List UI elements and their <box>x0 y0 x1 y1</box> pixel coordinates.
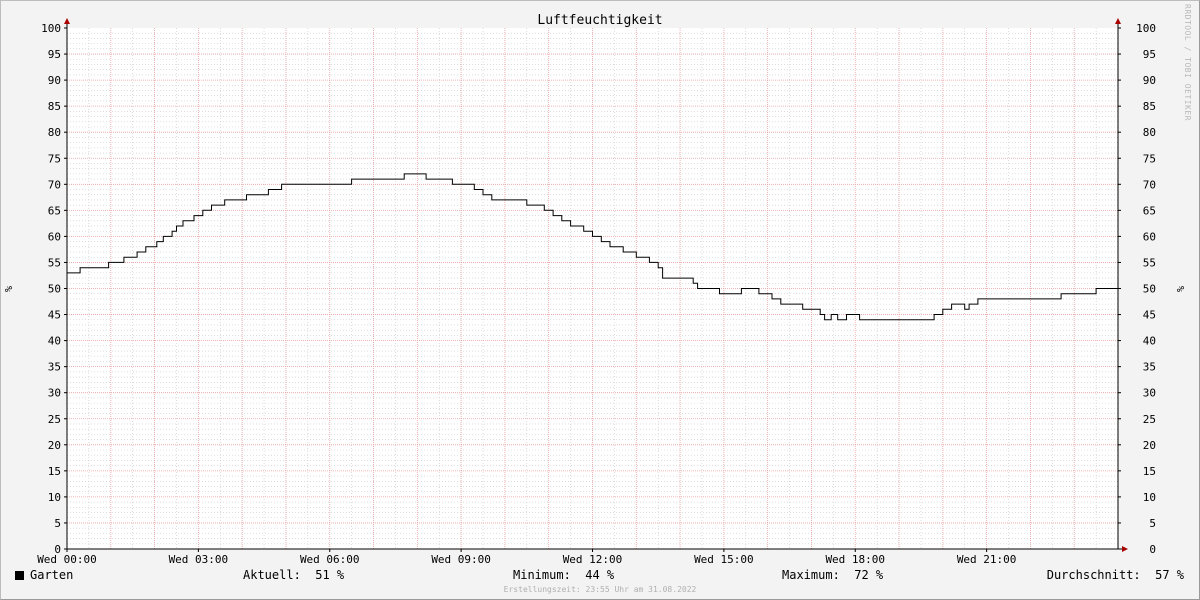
summary-max-label: Maximum: <box>782 568 840 582</box>
y-tick-label-right: 15 <box>1143 465 1156 478</box>
chart-title: Luftfeuchtigkeit <box>537 13 662 28</box>
y-axis-label-left: % <box>4 286 15 292</box>
x-axis-arrow <box>1122 546 1128 552</box>
x-tick-label: Wed 06:00 <box>300 553 360 566</box>
y-tick-label-right: 25 <box>1143 413 1156 426</box>
x-tick-label: Wed 03:00 <box>169 553 229 566</box>
y-tick-label-left: 85 <box>48 100 61 113</box>
y-tick-label-left: 25 <box>48 413 61 426</box>
x-tick-label: Wed 15:00 <box>694 553 754 566</box>
summary-average-label: Durchschnitt: <box>1046 568 1141 582</box>
summary-current-value: 51 % <box>315 568 345 582</box>
legend-item-garten: Garten <box>15 568 73 582</box>
y-tick-label-left: 45 <box>48 309 61 322</box>
summary-max: Maximum: 72 % <box>782 568 883 582</box>
y-tick-label-right: 10 <box>1143 491 1156 504</box>
summary-min-value: 44 % <box>585 568 615 582</box>
y-axis-label-right: % <box>1176 286 1187 292</box>
y-tick-label-left: 75 <box>48 152 61 165</box>
summary-current: Aktuell: 51 % <box>243 568 344 582</box>
summary-average: Durchschnitt: 57 % <box>1047 568 1184 582</box>
y-tick-label-right: 70 <box>1143 178 1156 191</box>
y-tick-label-left: 40 <box>48 335 61 348</box>
x-tick-label: Wed 12:00 <box>563 553 623 566</box>
y-tick-label-left: 55 <box>48 256 61 269</box>
legend: Garten Aktuell: 51 % Minimum: 44 % Maxim… <box>0 568 1200 584</box>
x-tick-label: Wed 21:00 <box>957 553 1017 566</box>
y-tick-label-right: 100 <box>1136 22 1156 35</box>
y-tick-label-right: 55 <box>1143 256 1156 269</box>
y-tick-label-left: 100 <box>41 22 61 35</box>
y-tick-label-left: 65 <box>48 204 61 217</box>
y-tick-label-right: 80 <box>1143 126 1156 139</box>
y-tick-label-left: 20 <box>48 439 61 452</box>
y-tick-label-left: 60 <box>48 230 61 243</box>
y-tick-label-right: 5 <box>1149 517 1156 530</box>
y-tick-label-right: 20 <box>1143 439 1156 452</box>
y-tick-label-right: 35 <box>1143 361 1156 374</box>
summary-average-value: 57 % <box>1155 568 1184 582</box>
legend-swatch <box>15 571 24 580</box>
y-tick-label-right: 95 <box>1143 48 1156 61</box>
y-axis-arrow-left <box>64 18 70 24</box>
watermark: RRDTOOL / TOBI OETIKER <box>1183 4 1192 121</box>
x-tick-label: Wed 09:00 <box>431 553 491 566</box>
x-tick-label: Wed 00:00 <box>37 553 97 566</box>
y-tick-label-right: 45 <box>1143 309 1156 322</box>
y-tick-label-left: 30 <box>48 387 61 400</box>
y-tick-label-right: 65 <box>1143 204 1156 217</box>
y-tick-label-right: 90 <box>1143 74 1156 87</box>
y-tick-label-left: 15 <box>48 465 61 478</box>
y-tick-label-left: 70 <box>48 178 61 191</box>
y-tick-label-right: 0 <box>1149 543 1156 556</box>
y-tick-label-right: 85 <box>1143 100 1156 113</box>
y-tick-label-left: 80 <box>48 126 61 139</box>
y-tick-label-left: 95 <box>48 48 61 61</box>
y-tick-label-right: 60 <box>1143 230 1156 243</box>
footer-timestamp: Erstellungszeit: 23:55 Uhr am 31.08.2022 <box>503 585 697 594</box>
y-tick-label-left: 5 <box>54 517 61 530</box>
summary-min-label: Minimum: <box>513 568 571 582</box>
y-tick-label-right: 75 <box>1143 152 1156 165</box>
y-tick-label-right: 30 <box>1143 387 1156 400</box>
y-tick-label-right: 40 <box>1143 335 1156 348</box>
y-tick-label-left: 90 <box>48 74 61 87</box>
legend-series-name: Garten <box>30 568 74 582</box>
summary-current-label: Aktuell: <box>243 568 301 582</box>
y-axis-arrow-right <box>1115 18 1121 24</box>
y-tick-label-right: 50 <box>1143 283 1156 296</box>
y-tick-label-left: 10 <box>48 491 61 504</box>
y-tick-label-left: 35 <box>48 361 61 374</box>
x-tick-label: Wed 18:00 <box>825 553 885 566</box>
summary-max-value: 72 % <box>854 568 884 582</box>
y-tick-label-left: 50 <box>48 283 61 296</box>
chart: 0 05 510 1015 1520 2025 2530 3035 3540 4045 4550 50… <box>4 13 1187 566</box>
summary-min: Minimum: 44 % <box>513 568 614 582</box>
